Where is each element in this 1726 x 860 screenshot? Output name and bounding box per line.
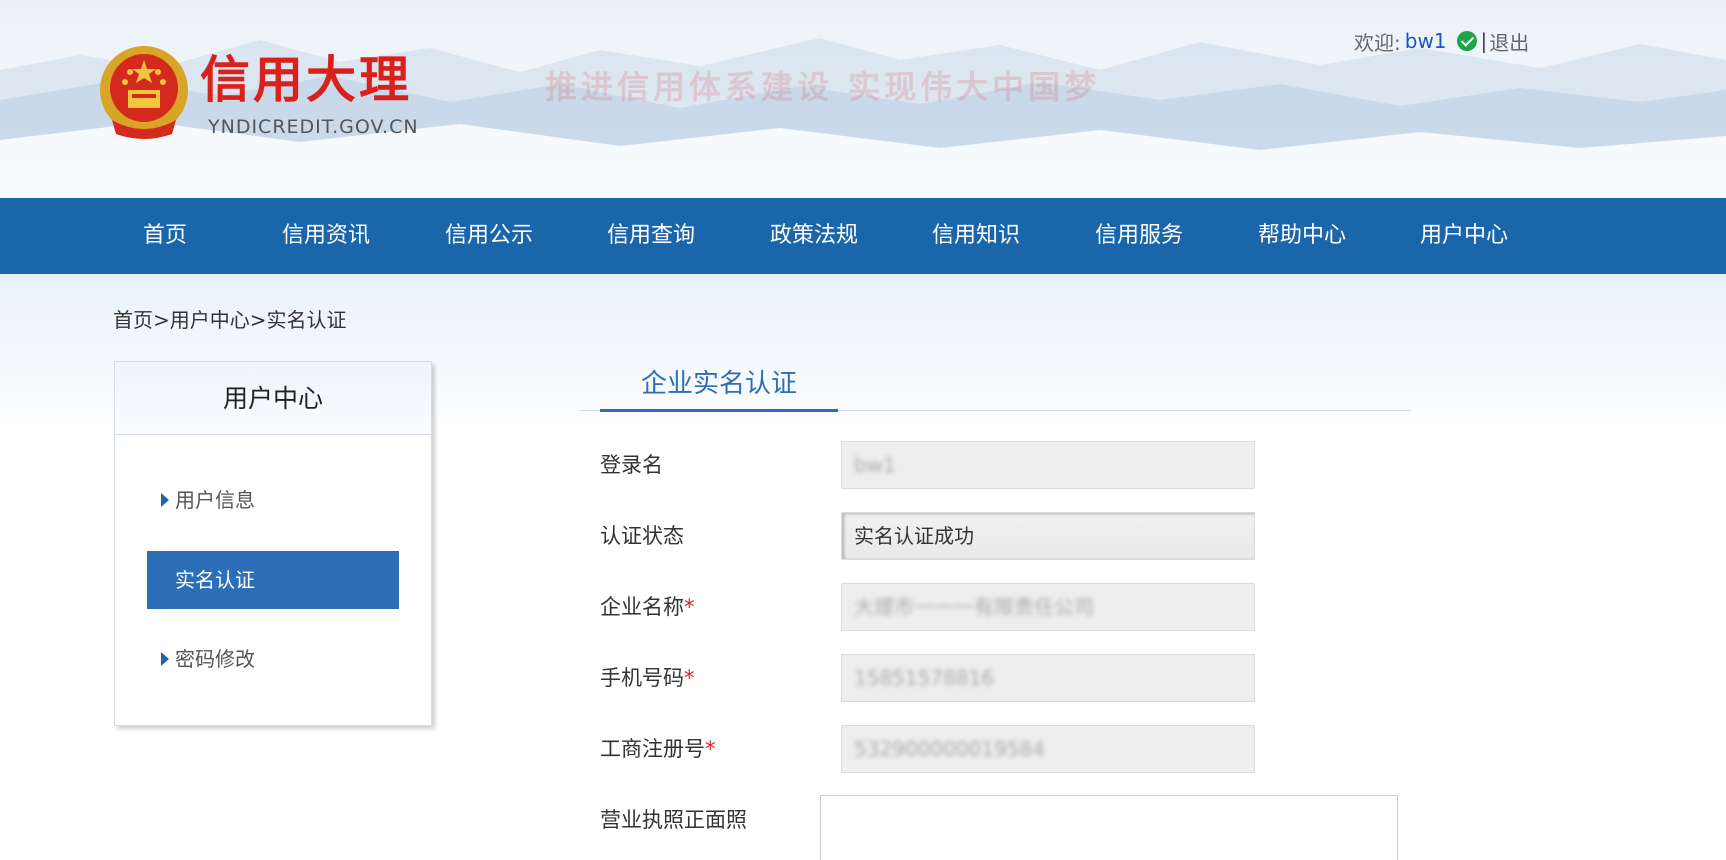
nav-item-credit-service[interactable]: 信用服务 xyxy=(1083,198,1195,274)
company-name-field[interactable]: 大理市一一一有限责任公司 xyxy=(841,583,1255,631)
slogan-banner-text: 推进信用体系建设 实现伟大中国梦 xyxy=(545,68,1101,106)
sidebar-item-real-name-auth[interactable]: 实名认证 xyxy=(147,551,399,609)
sidebar-item-user-info[interactable]: 用户信息 xyxy=(147,471,399,529)
phone-number-field[interactable]: 15851578816 xyxy=(841,654,1255,702)
username-link[interactable]: bw1 xyxy=(1405,29,1447,53)
sidebar-title: 用户中心 xyxy=(115,362,431,435)
label-text: 企业名称 xyxy=(600,595,684,619)
label-business-license-photo: 营业执照正面照 xyxy=(600,796,747,844)
brand-domain: YNDICREDIT.GOV.CN xyxy=(208,116,419,138)
label-text: 手机号码 xyxy=(600,666,684,690)
label-text: 认证状态 xyxy=(600,524,684,548)
login-name-field[interactable]: bw1 xyxy=(841,441,1255,489)
triangle-right-icon xyxy=(161,652,169,666)
welcome-label: 欢迎: xyxy=(1354,30,1401,55)
user-bar: 欢迎: bw1 | 退出 xyxy=(1354,27,1529,56)
label-login-name: 登录名 xyxy=(600,441,663,489)
nav-item-credit-knowledge[interactable]: 信用知识 xyxy=(920,198,1032,274)
business-license-upload-box[interactable] xyxy=(820,795,1398,860)
label-phone-number: 手机号码* xyxy=(600,654,695,702)
brand-title[interactable]: 信用大理 xyxy=(200,50,412,110)
required-mark: * xyxy=(705,737,716,761)
business-reg-number-field[interactable]: 532900000019584 xyxy=(841,725,1255,773)
label-text: 登录名 xyxy=(600,453,663,477)
nav-item-policy[interactable]: 政策法规 xyxy=(758,198,870,274)
label-company-name: 企业名称* xyxy=(600,583,695,631)
tab-enterprise-real-name-auth[interactable]: 企业实名认证 xyxy=(600,366,838,412)
national-emblem-logo xyxy=(100,46,188,139)
nav-item-credit-query[interactable]: 信用查询 xyxy=(595,198,707,274)
nav-item-home[interactable]: 首页 xyxy=(120,198,210,274)
main-nav: 首页 信用资讯 信用公示 信用查询 政策法规 信用知识 信用服务 帮助中心 用户… xyxy=(0,198,1726,274)
logout-link[interactable]: 退出 xyxy=(1489,27,1529,56)
triangle-right-icon xyxy=(161,493,169,507)
label-text: 营业执照正面照 xyxy=(600,808,747,832)
sidebar-item-label: 用户信息 xyxy=(175,488,255,512)
field-value: 实名认证成功 xyxy=(854,524,974,548)
field-value: bw1 xyxy=(854,453,896,477)
breadcrumb[interactable]: 首页>用户中心>实名认证 xyxy=(113,304,347,333)
verified-check-icon xyxy=(1456,31,1477,51)
required-mark: * xyxy=(684,595,695,619)
sidebar-item-change-password[interactable]: 密码修改 xyxy=(147,630,399,688)
label-business-reg-number: 工商注册号* xyxy=(600,725,716,773)
field-value: 15851578816 xyxy=(854,666,994,690)
label-text: 工商注册号 xyxy=(600,737,705,761)
sidebar-item-label: 实名认证 xyxy=(175,568,255,592)
required-mark: * xyxy=(684,666,695,690)
nav-item-credit-disclosure[interactable]: 信用公示 xyxy=(433,198,545,274)
field-value: 大理市一一一有限责任公司 xyxy=(854,595,1094,619)
label-auth-status: 认证状态 xyxy=(600,512,684,560)
nav-item-user-center[interactable]: 用户中心 xyxy=(1408,198,1520,274)
separator: | xyxy=(1480,29,1488,53)
sidebar-item-label: 密码修改 xyxy=(175,647,255,671)
auth-status-field[interactable]: 实名认证成功 xyxy=(841,512,1255,560)
nav-item-credit-news[interactable]: 信用资讯 xyxy=(270,198,382,274)
site-header: 信用大理 YNDICREDIT.GOV.CN 推进信用体系建设 实现伟大中国梦 … xyxy=(0,0,1726,198)
field-value: 532900000019584 xyxy=(854,737,1045,761)
nav-item-help-center[interactable]: 帮助中心 xyxy=(1246,198,1358,274)
user-center-sidebar: 用户中心 用户信息 实名认证 密码修改 xyxy=(114,361,432,726)
